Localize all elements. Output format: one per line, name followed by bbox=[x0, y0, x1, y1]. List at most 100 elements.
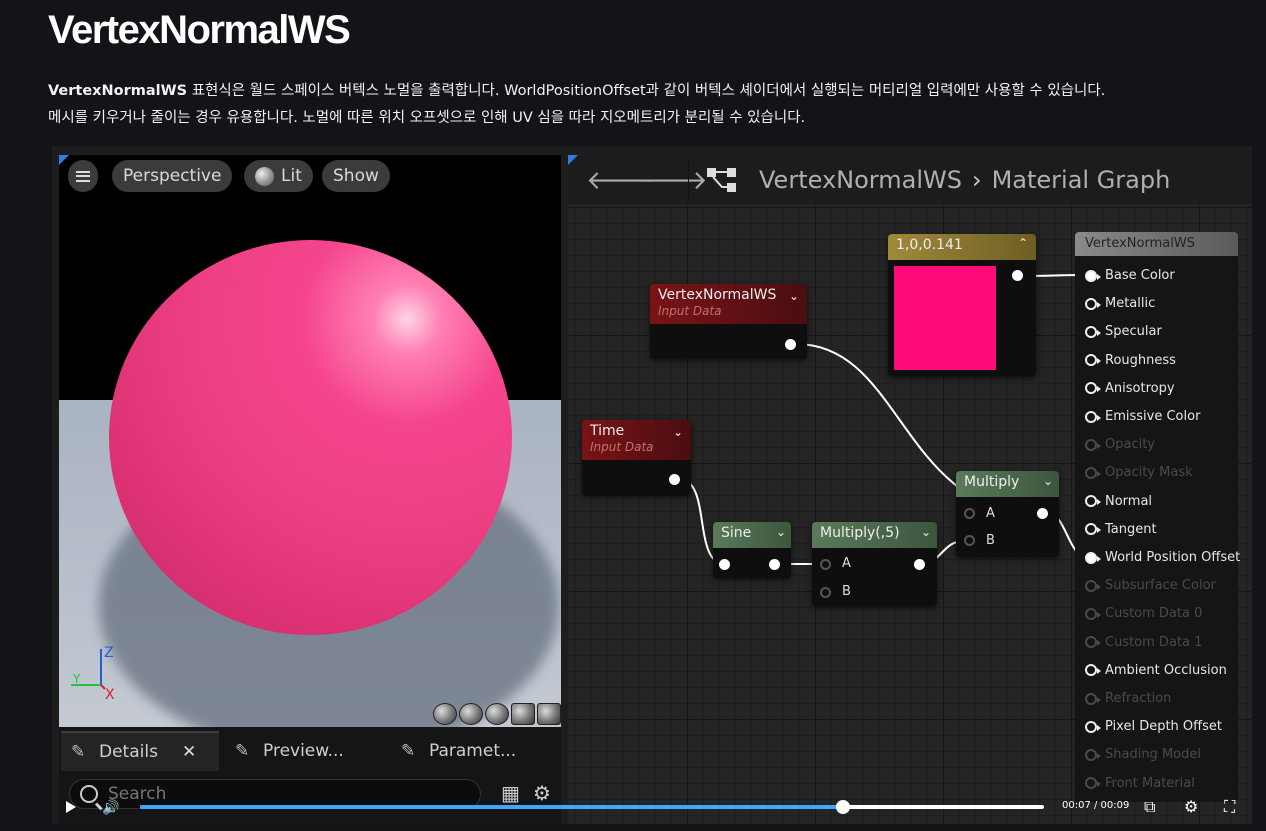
material-input-row[interactable]: Pixel Depth Offset bbox=[1085, 719, 1222, 734]
input-pin-icon[interactable] bbox=[1085, 692, 1101, 705]
input-pin-b[interactable] bbox=[820, 587, 831, 598]
input-pin-icon[interactable] bbox=[1085, 466, 1101, 479]
output-pin[interactable] bbox=[1037, 508, 1048, 519]
node-constant-color[interactable]: 1,0,0.141 ⌃ bbox=[888, 234, 1036, 376]
material-input-row[interactable]: Metallic bbox=[1085, 296, 1155, 311]
node-vertex-normal-ws[interactable]: VertexNormalWS Input Data ⌄ bbox=[650, 284, 807, 359]
node-multiply-5[interactable]: Multiply(,5) ⌄ A B bbox=[812, 522, 937, 606]
progress-fill bbox=[140, 805, 844, 809]
node-title: Multiply(,5) bbox=[820, 525, 900, 541]
input-pin-icon[interactable] bbox=[1085, 382, 1101, 395]
timecode: 00:07 / 00:09 bbox=[1062, 800, 1130, 811]
input-pin-a[interactable] bbox=[820, 559, 831, 570]
input-pin-a[interactable] bbox=[964, 508, 975, 519]
material-input-row[interactable]: Normal bbox=[1085, 494, 1152, 509]
material-input-row[interactable]: Tangent bbox=[1085, 522, 1157, 537]
material-input-row[interactable]: Base Color bbox=[1085, 268, 1175, 283]
material-input-row[interactable]: Emissive Color bbox=[1085, 409, 1200, 424]
output-pin[interactable] bbox=[785, 339, 796, 350]
material-input-row[interactable]: Specular bbox=[1085, 324, 1162, 339]
node-multiply[interactable]: Multiply ⌄ A B bbox=[956, 471, 1059, 557]
output-pin[interactable] bbox=[1012, 270, 1023, 281]
material-input-label: Custom Data 0 bbox=[1105, 606, 1203, 622]
intro-line2: 메시를 키우거나 줄이는 경우 유용합니다. 노멀에 따른 위치 오프셋으로 인… bbox=[48, 110, 806, 126]
input-pin-icon[interactable] bbox=[1085, 495, 1101, 508]
progress-track[interactable] bbox=[140, 800, 1044, 814]
input-pin-icon[interactable] bbox=[1085, 523, 1101, 536]
material-input-label: Ambient Occlusion bbox=[1105, 662, 1227, 678]
material-input-row[interactable]: Roughness bbox=[1085, 353, 1176, 368]
input-pin-icon[interactable] bbox=[1085, 636, 1101, 649]
node-header: VertexNormalWS bbox=[1075, 232, 1238, 256]
material-input-row[interactable]: Custom Data 1 bbox=[1085, 635, 1202, 650]
node-title: Sine bbox=[721, 525, 752, 541]
input-pin[interactable] bbox=[719, 559, 730, 570]
input-pin-icon[interactable] bbox=[1085, 720, 1101, 733]
chevron-down-icon[interactable]: ⌄ bbox=[673, 425, 683, 439]
input-pin-icon[interactable] bbox=[1085, 297, 1101, 310]
material-input-row[interactable]: Front Material bbox=[1085, 776, 1195, 791]
node-time[interactable]: Time Input Data ⌄ bbox=[582, 420, 691, 495]
material-input-row[interactable]: Shading Model bbox=[1085, 747, 1201, 762]
material-input-row[interactable]: Ambient Occlusion bbox=[1085, 663, 1227, 678]
input-pin-icon[interactable] bbox=[1085, 748, 1101, 761]
video-controls: 🔊 00:07 / 00:09 ⧉ ⚙ ⛶ bbox=[52, 792, 1252, 824]
chevron-down-icon[interactable]: ⌄ bbox=[789, 289, 799, 303]
output-pin[interactable] bbox=[769, 559, 780, 570]
pin-a-label: A bbox=[842, 556, 851, 571]
intro-line1: 표현식은 월드 스페이스 버텍스 노멀을 출력합니다. WorldPositio… bbox=[187, 83, 1106, 99]
output-pin[interactable] bbox=[914, 559, 925, 570]
node-header: Multiply(,5) ⌄ bbox=[812, 522, 937, 548]
input-pin-icon[interactable] bbox=[1085, 777, 1101, 790]
input-pin-icon[interactable] bbox=[1085, 410, 1101, 423]
node-subtitle: Input Data bbox=[658, 304, 722, 318]
chevron-down-icon[interactable]: ⌄ bbox=[921, 525, 931, 539]
material-input-label: Shading Model bbox=[1105, 747, 1201, 763]
material-input-label: Opacity Mask bbox=[1105, 465, 1193, 481]
input-pin-icon[interactable] bbox=[1085, 438, 1101, 451]
settings-gear-icon[interactable]: ⚙ bbox=[1184, 797, 1198, 816]
input-pin-icon[interactable] bbox=[1085, 551, 1101, 564]
material-input-label: Anisotropy bbox=[1105, 380, 1175, 396]
input-pin-icon[interactable] bbox=[1085, 269, 1101, 282]
pin-b-label: B bbox=[986, 533, 995, 548]
volume-icon[interactable]: 🔊 bbox=[102, 800, 119, 816]
material-input-row[interactable]: Refraction bbox=[1085, 691, 1171, 706]
material-input-row[interactable]: Subsurface Color bbox=[1085, 578, 1216, 593]
material-input-label: Front Material bbox=[1105, 775, 1195, 791]
material-input-row[interactable]: Opacity bbox=[1085, 437, 1155, 452]
material-input-label: Custom Data 1 bbox=[1105, 634, 1203, 650]
node-material-output[interactable]: VertexNormalWS Base Color Metallic Specula… bbox=[1075, 232, 1240, 802]
material-input-row[interactable]: Anisotropy bbox=[1085, 381, 1175, 396]
input-pin-b[interactable] bbox=[964, 535, 975, 546]
node-header: VertexNormalWS Input Data ⌄ bbox=[650, 284, 807, 324]
chevron-down-icon[interactable]: ⌄ bbox=[776, 525, 786, 539]
node-title: VertexNormalWS bbox=[1085, 236, 1195, 251]
video-player[interactable]: Perspective Lit Show Z Y X ✎ Details ✕ ✎… bbox=[52, 146, 1252, 824]
input-pin-icon[interactable] bbox=[1085, 664, 1101, 677]
node-title: Time bbox=[590, 423, 625, 439]
node-header: Time Input Data ⌄ bbox=[582, 420, 691, 460]
output-pin[interactable] bbox=[669, 474, 680, 485]
input-pin-icon[interactable] bbox=[1085, 579, 1101, 592]
chevron-up-icon[interactable]: ⌃ bbox=[1018, 236, 1028, 250]
material-input-label: Metallic bbox=[1105, 296, 1156, 312]
input-pin-icon[interactable] bbox=[1085, 325, 1101, 338]
node-header: 1,0,0.141 ⌃ bbox=[888, 234, 1036, 260]
pin-b-label: B bbox=[842, 584, 851, 599]
chevron-down-icon[interactable]: ⌄ bbox=[1043, 474, 1053, 488]
input-pin-icon[interactable] bbox=[1085, 354, 1101, 367]
material-input-row[interactable]: Opacity Mask bbox=[1085, 465, 1193, 480]
material-input-row[interactable]: World Position Offset bbox=[1085, 550, 1240, 565]
material-input-label: Subsurface Color bbox=[1105, 578, 1216, 594]
material-input-label: Emissive Color bbox=[1105, 409, 1201, 424]
material-input-row[interactable]: Custom Data 0 bbox=[1085, 606, 1202, 621]
picture-in-picture-icon[interactable]: ⧉ bbox=[1144, 797, 1155, 817]
node-subtitle: Input Data bbox=[590, 440, 654, 454]
fullscreen-icon[interactable]: ⛶ bbox=[1224, 797, 1235, 817]
node-sine[interactable]: Sine ⌄ bbox=[713, 522, 791, 578]
node-title: VertexNormalWS bbox=[658, 287, 777, 303]
input-pin-icon[interactable] bbox=[1085, 607, 1101, 620]
progress-thumb[interactable] bbox=[836, 800, 851, 814]
play-icon[interactable] bbox=[66, 801, 76, 813]
